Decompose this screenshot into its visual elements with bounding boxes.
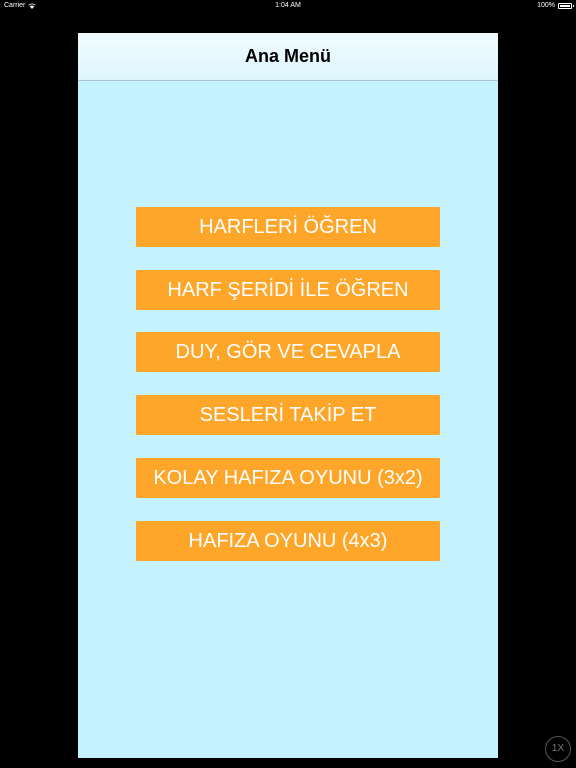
app-window: Ana Menü HARFLERİ ÖĞREN HARF ŞERİDİ İLE … <box>78 33 498 758</box>
zoom-button[interactable]: 1X <box>545 736 571 762</box>
page-title: Ana Menü <box>244 46 331 66</box>
learn-letters-button[interactable]: HARFLERİ ÖĞREN <box>136 207 440 247</box>
letter-strip-button[interactable]: HARF ŞERİDİ İLE ÖĞREN <box>136 270 440 310</box>
memory-game-button[interactable]: HAFIZA OYUNU (4x3) <box>136 521 440 561</box>
follow-sounds-button[interactable]: SESLERİ TAKİP ET <box>136 395 440 435</box>
battery-percent: 100% <box>537 2 555 9</box>
status-time: 1:04 AM <box>275 2 301 9</box>
battery-icon <box>558 2 574 9</box>
navigation-bar: Ana Menü <box>78 33 498 81</box>
listen-see-answer-button[interactable]: DUY, GÖR VE CEVAPLA <box>136 332 440 372</box>
status-right: 100% <box>537 2 574 9</box>
easy-memory-game-button[interactable]: KOLAY HAFIZA OYUNU (3x2) <box>136 458 440 498</box>
status-bar: Carrier 1:04 AM 100% <box>0 0 576 13</box>
